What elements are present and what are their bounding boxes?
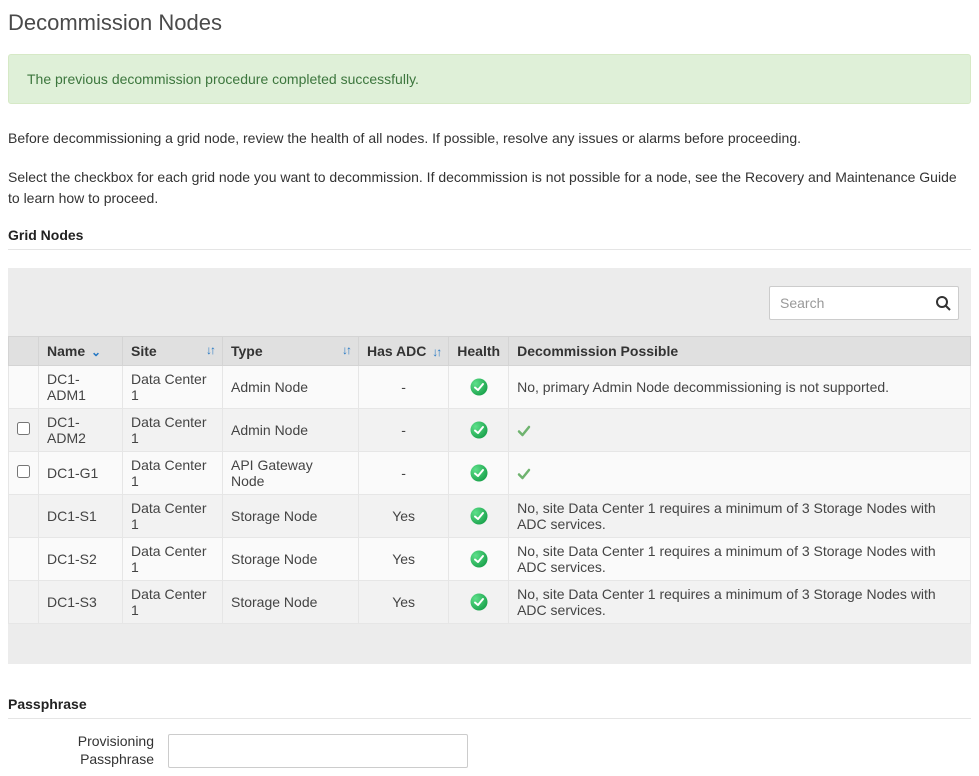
cell-decommission: No, primary Admin Node decommissioning i… (509, 366, 971, 409)
cell-select (9, 409, 39, 452)
sort-both-icon: ↓↑ (342, 343, 350, 357)
sort-both-icon: ↓↑ (206, 343, 214, 357)
cell-site: Data Center 1 (123, 495, 223, 538)
health-ok-icon (470, 378, 488, 396)
cell-type: Storage Node (223, 581, 359, 624)
cell-has-adc: Yes (359, 495, 449, 538)
table-header-row: Name ⌄ Site ↓↑ Type ↓↑ Has ADC ↓↑ Health (9, 337, 971, 366)
cell-decommission: No, site Data Center 1 requires a minimu… (509, 581, 971, 624)
col-health: Health (449, 337, 509, 366)
col-name[interactable]: Name ⌄ (39, 337, 123, 366)
intro-paragraph-2: Select the checkbox for each grid node y… (8, 167, 971, 209)
col-site-label: Site (131, 343, 157, 359)
col-health-label: Health (457, 343, 500, 359)
cell-name: DC1-S1 (39, 495, 123, 538)
provisioning-passphrase-input[interactable] (168, 734, 468, 768)
sort-asc-icon: ⌄ (91, 345, 101, 359)
cell-select (9, 581, 39, 624)
cell-type: Storage Node (223, 495, 359, 538)
col-name-label: Name (47, 343, 85, 359)
check-icon (517, 424, 531, 438)
cell-has-adc: - (359, 409, 449, 452)
search-input[interactable] (769, 286, 959, 320)
cell-type: Admin Node (223, 366, 359, 409)
cell-select (9, 366, 39, 409)
cell-decommission: No, site Data Center 1 requires a minimu… (509, 538, 971, 581)
cell-name: DC1-ADM1 (39, 366, 123, 409)
health-ok-icon (470, 593, 488, 611)
cell-has-adc: Yes (359, 581, 449, 624)
decommission-text: No, site Data Center 1 requires a minimu… (517, 500, 936, 532)
page-title: Decommission Nodes (8, 10, 971, 36)
success-alert: The previous decommission procedure comp… (8, 54, 971, 104)
cell-health (449, 538, 509, 581)
col-select (9, 337, 39, 366)
cell-has-adc: - (359, 366, 449, 409)
decommission-text: No, site Data Center 1 requires a minimu… (517, 586, 936, 618)
table-row: DC1-S1Data Center 1Storage NodeYes No, si… (9, 495, 971, 538)
row-select-checkbox[interactable] (17, 465, 30, 478)
health-ok-icon (470, 507, 488, 525)
table-row: DC1-ADM2Data Center 1Admin Node- (9, 409, 971, 452)
cell-has-adc: - (359, 452, 449, 495)
cell-select (9, 452, 39, 495)
passphrase-section: Passphrase Provisioning Passphrase (8, 696, 971, 768)
health-ok-icon (470, 550, 488, 568)
passphrase-heading: Passphrase (8, 696, 971, 712)
cell-name: DC1-G1 (39, 452, 123, 495)
cell-site: Data Center 1 (123, 366, 223, 409)
cell-name: DC1-ADM2 (39, 409, 123, 452)
search-icon[interactable] (935, 295, 951, 311)
cell-select (9, 538, 39, 581)
decommission-text: No, primary Admin Node decommissioning i… (517, 379, 889, 395)
row-select-checkbox[interactable] (17, 422, 30, 435)
cell-decommission: No, site Data Center 1 requires a minimu… (509, 495, 971, 538)
grid-nodes-table: Name ⌄ Site ↓↑ Type ↓↑ Has ADC ↓↑ Health (8, 336, 971, 624)
cell-type: API Gateway Node (223, 452, 359, 495)
table-row: DC1-S3Data Center 1Storage NodeYes No, si… (9, 581, 971, 624)
cell-health (449, 452, 509, 495)
cell-has-adc: Yes (359, 538, 449, 581)
success-alert-text: The previous decommission procedure comp… (27, 71, 419, 87)
decommission-text: No, site Data Center 1 requires a minimu… (517, 543, 936, 575)
health-ok-icon (470, 421, 488, 439)
grid-nodes-heading: Grid Nodes (8, 227, 971, 243)
cell-select (9, 495, 39, 538)
cell-site: Data Center 1 (123, 409, 223, 452)
passphrase-label: Provisioning Passphrase (8, 733, 168, 768)
section-divider (8, 249, 971, 250)
cell-type: Admin Node (223, 409, 359, 452)
cell-site: Data Center 1 (123, 452, 223, 495)
col-type[interactable]: Type ↓↑ (223, 337, 359, 366)
table-row: DC1-G1Data Center 1API Gateway Node- (9, 452, 971, 495)
table-row: DC1-S2Data Center 1Storage NodeYes No, si… (9, 538, 971, 581)
cell-decommission (509, 452, 971, 495)
cell-health (449, 366, 509, 409)
col-decommission-label: Decommission Possible (517, 343, 678, 359)
health-ok-icon (470, 464, 488, 482)
col-has-adc-label: Has ADC (367, 343, 426, 359)
cell-site: Data Center 1 (123, 538, 223, 581)
cell-site: Data Center 1 (123, 581, 223, 624)
col-decommission: Decommission Possible (509, 337, 971, 366)
col-site[interactable]: Site ↓↑ (123, 337, 223, 366)
cell-name: DC1-S3 (39, 581, 123, 624)
cell-decommission (509, 409, 971, 452)
check-icon (517, 467, 531, 481)
cell-health (449, 581, 509, 624)
col-has-adc[interactable]: Has ADC ↓↑ (359, 337, 449, 366)
cell-type: Storage Node (223, 538, 359, 581)
col-type-label: Type (231, 343, 263, 359)
cell-health (449, 495, 509, 538)
table-row: DC1-ADM1Data Center 1Admin Node- No, prim… (9, 366, 971, 409)
search-wrapper (769, 286, 959, 320)
intro-paragraph-1: Before decommissioning a grid node, revi… (8, 128, 971, 149)
cell-name: DC1-S2 (39, 538, 123, 581)
grid-nodes-panel: Name ⌄ Site ↓↑ Type ↓↑ Has ADC ↓↑ Health (8, 268, 971, 664)
section-divider (8, 718, 971, 719)
cell-health (449, 409, 509, 452)
sort-both-icon: ↓↑ (432, 345, 440, 359)
